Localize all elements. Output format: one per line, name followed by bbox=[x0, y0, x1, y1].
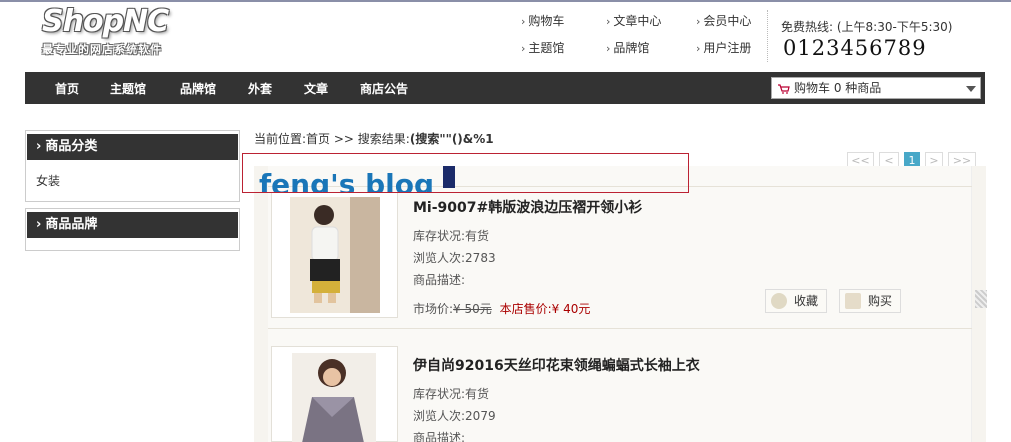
nav-notice[interactable]: 商店公告 bbox=[360, 80, 408, 97]
favorite-button[interactable]: 收藏 bbox=[765, 289, 827, 313]
cart-icon bbox=[778, 83, 790, 94]
cart-dropdown-value: 购物车 0 种商品 bbox=[794, 81, 882, 95]
top-link-brand[interactable]: 品牌馆 bbox=[606, 39, 649, 56]
blog-overlay-text: feng's blog bbox=[259, 168, 435, 193]
market-price: ¥ 50元 bbox=[453, 302, 492, 316]
row-divider bbox=[268, 328, 972, 329]
product-photo-2 bbox=[292, 353, 376, 442]
product-prices: 市场价:¥ 50元 本店售价:¥ 40元 bbox=[413, 300, 590, 317]
top-link-member[interactable]: 会员中心 bbox=[696, 12, 751, 29]
product-image[interactable] bbox=[271, 192, 398, 318]
product-stock: 库存状况:有货 bbox=[413, 387, 490, 401]
product-desc: 商品描述: bbox=[413, 273, 466, 287]
shopnc-logo[interactable]: ShopNC 最专业的网店系统软件 bbox=[42, 4, 202, 62]
product-views: 浏览人次:2079 bbox=[413, 409, 496, 423]
cart-icon bbox=[845, 293, 861, 309]
product-stock: 库存状况:有货 bbox=[413, 229, 490, 243]
category-title: 商品分类 bbox=[27, 134, 238, 160]
hotline-label: 免费热线: (上午8:30-下午5:30) bbox=[781, 20, 953, 34]
top-border bbox=[0, 0, 1011, 2]
nav-theme[interactable]: 主题馆 bbox=[110, 80, 146, 97]
nav-coat[interactable]: 外套 bbox=[248, 80, 272, 97]
text-cursor bbox=[443, 166, 455, 188]
scrollbar-grip[interactable] bbox=[975, 290, 987, 308]
product-desc: 商品描述: bbox=[413, 431, 466, 442]
buy-label: 购买 bbox=[868, 294, 893, 308]
nav-brand[interactable]: 品牌馆 bbox=[180, 80, 216, 97]
product-photo-1 bbox=[290, 197, 380, 313]
nav-article[interactable]: 文章 bbox=[304, 80, 328, 97]
market-price-label: 市场价: bbox=[413, 302, 454, 316]
top-link-register[interactable]: 用户注册 bbox=[696, 39, 751, 56]
top-link-articles[interactable]: 文章中心 bbox=[606, 12, 661, 29]
shop-price: ¥ 40元 bbox=[551, 302, 591, 316]
product-views: 浏览人次:2783 bbox=[413, 251, 496, 265]
top-link-theme[interactable]: 主题馆 bbox=[521, 39, 564, 56]
blog-overlay-box: feng's blog bbox=[242, 153, 689, 193]
product-name-link[interactable]: Mi-9007#韩版波浪边压褶开领小衫 bbox=[413, 197, 642, 217]
chevron-down-icon[interactable] bbox=[966, 86, 976, 92]
breadcrumb: 当前位置:首页 >> 搜索结果:(搜索""()&%1 bbox=[254, 130, 494, 147]
cart-dropdown[interactable]: 购物车 0 种商品 bbox=[771, 77, 981, 99]
nav-home[interactable]: 首页 bbox=[55, 80, 79, 97]
logo-title: ShopNC bbox=[42, 4, 169, 39]
top-link-cart[interactable]: 购物车 bbox=[521, 12, 564, 29]
hotline-divider bbox=[767, 10, 768, 62]
product-image[interactable] bbox=[271, 346, 398, 442]
favorite-label: 收藏 bbox=[794, 294, 819, 308]
brand-box: 商品品牌 bbox=[25, 208, 240, 251]
hotline-number: 0123456789 bbox=[783, 36, 927, 60]
brand-title: 商品品牌 bbox=[27, 212, 238, 238]
logo-slogan: 最专业的网店系统软件 bbox=[42, 43, 162, 56]
buy-button[interactable]: 购买 bbox=[839, 289, 901, 313]
product-name-link[interactable]: 伊自尚92016天丝印花束领绳蝙蝠式长袖上衣 bbox=[413, 355, 700, 375]
category-item-womens[interactable]: 女装 bbox=[36, 174, 60, 188]
breadcrumb-prefix: 当前位置:首页 >> 搜索结果: bbox=[254, 132, 410, 146]
shop-price-label: 本店售价: bbox=[499, 302, 552, 316]
breadcrumb-query: (搜索""()&%1 bbox=[409, 132, 494, 146]
heart-icon bbox=[771, 293, 787, 309]
category-box: 商品分类 女装 bbox=[25, 130, 240, 202]
